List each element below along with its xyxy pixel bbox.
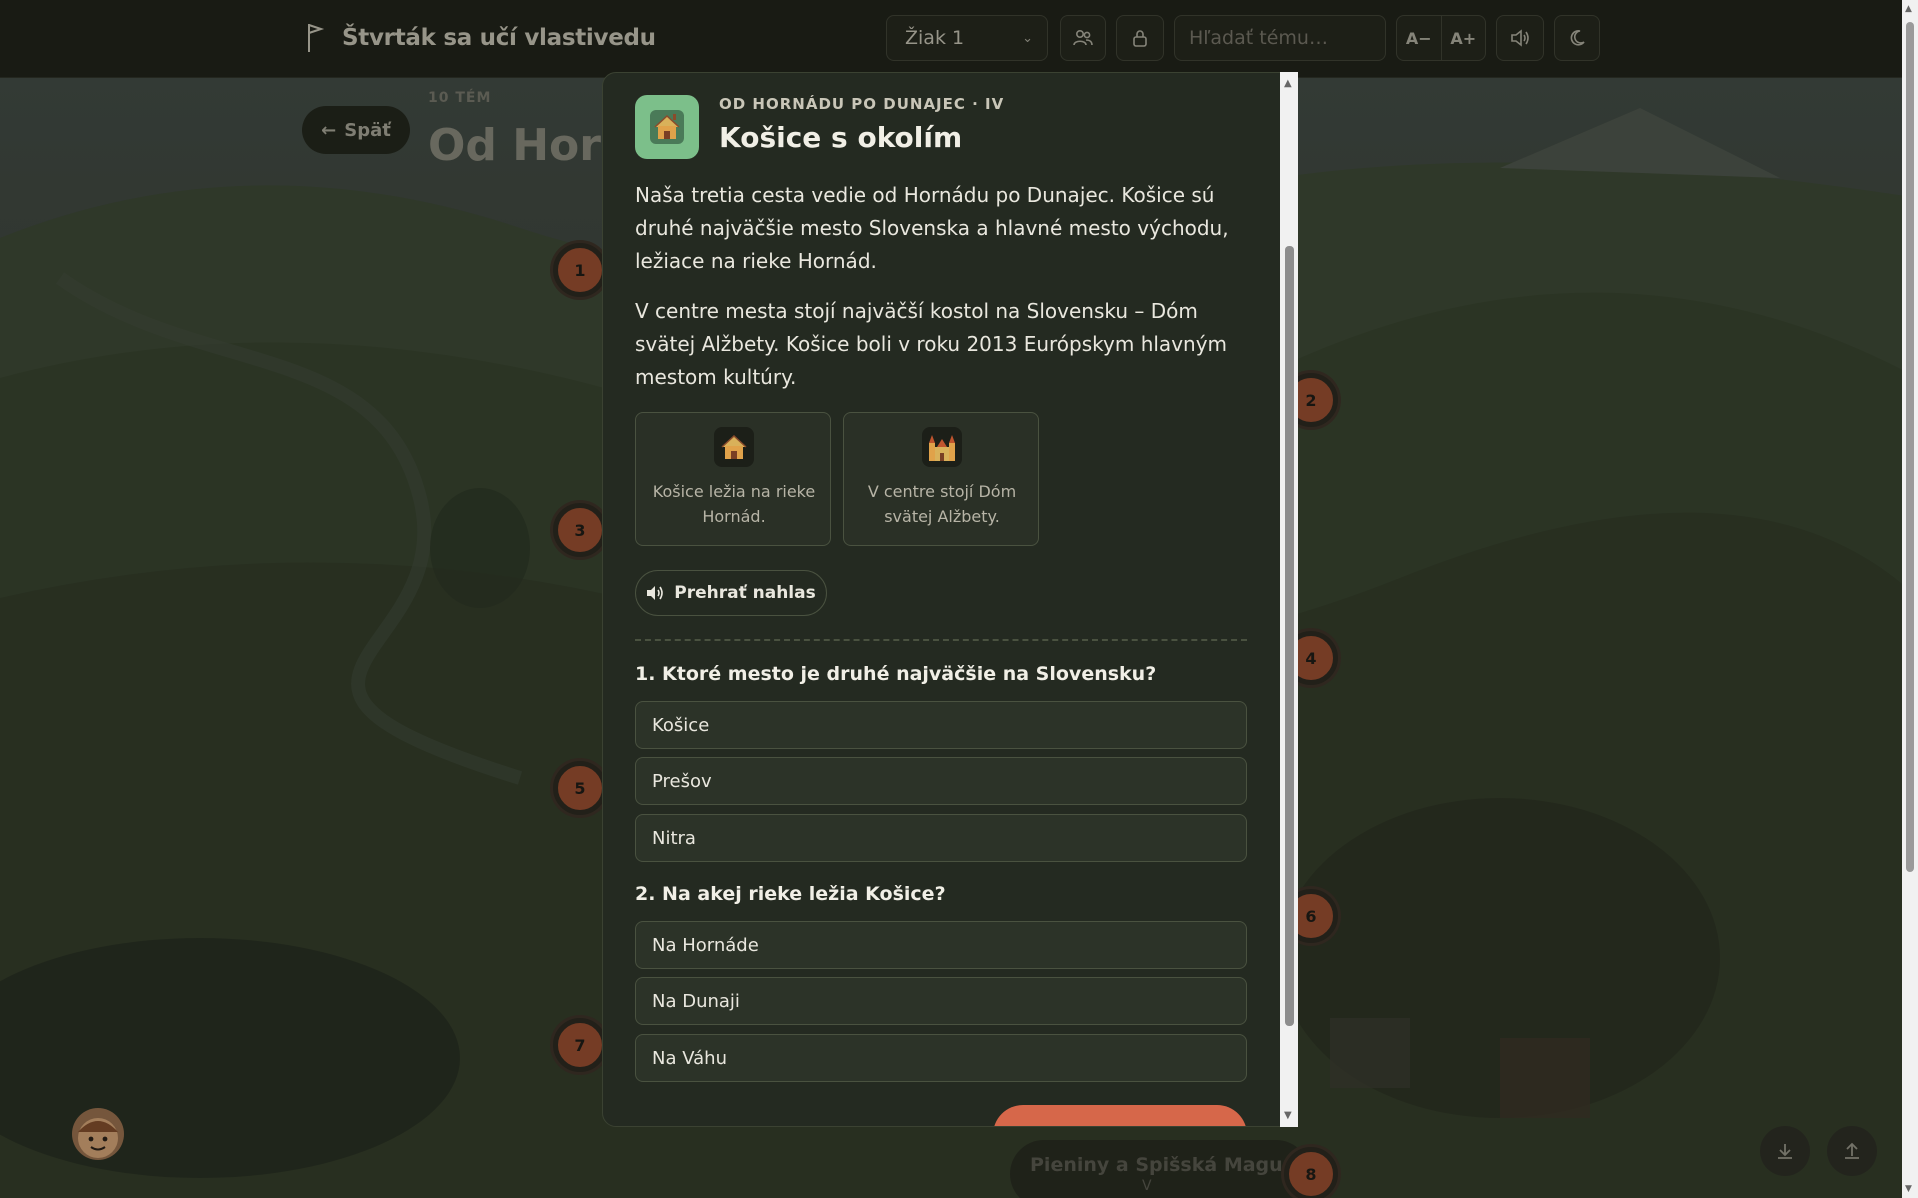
house-icon [714, 427, 754, 467]
fact-1-text: Košice ležia na rieke Hornád. [652, 482, 816, 526]
read-aloud-button[interactable]: Prehrať nahlas [635, 570, 827, 616]
modal-scrollbar[interactable]: ▲ ▼ [1280, 72, 1298, 1127]
paragraph-1: Naša tretia cesta vedie od Hornádu po Du… [635, 183, 1229, 273]
cathedral-icon [922, 427, 962, 467]
modal-scroll-down-arrow[interactable]: ▼ [1284, 1110, 1292, 1121]
topic-icon [635, 95, 699, 159]
quiz-question-2: 2. Na akej rieke ležia Košice? [635, 883, 946, 905]
modal-scroll-up-arrow[interactable]: ▲ [1284, 78, 1292, 89]
read-aloud-label: Prehrať nahlas [674, 583, 816, 603]
scroll-up-arrow[interactable]: ▲ [1905, 4, 1912, 14]
quiz-2-option-3[interactable]: Na Váhu [635, 1034, 1247, 1082]
house-icon [650, 110, 684, 144]
fact-card-1: Košice ležia na rieke Hornád. [635, 412, 831, 546]
modal-scrollbar-thumb[interactable] [1285, 246, 1294, 1026]
fact-2-text: V centre stojí Dóm svätej Alžbety. [867, 482, 1017, 526]
quiz-1-option-1[interactable]: Košice [635, 701, 1247, 749]
submit-button[interactable] [993, 1105, 1247, 1126]
quiz-2-option-1[interactable]: Na Hornáde [635, 921, 1247, 969]
paragraph-2: V centre mesta stojí najväčší kostol na … [635, 299, 1228, 389]
fact-card-2: V centre stojí Dóm svätej Alžbety. [843, 412, 1039, 546]
divider [635, 639, 1247, 641]
speaker-icon [647, 586, 664, 600]
quiz-1-option-2[interactable]: Prešov [635, 757, 1247, 805]
quiz-1-option-3[interactable]: Nitra [635, 814, 1247, 862]
page-scrollbar-thumb[interactable] [1906, 22, 1914, 872]
modal-title: Košice s okolím [719, 121, 963, 154]
quiz-question-1: 1. Ktoré mesto je druhé najväčšie na Slo… [635, 663, 1157, 685]
page-scrollbar[interactable]: ▲ ▼ [1902, 0, 1918, 1198]
quiz-2-option-2[interactable]: Na Dunaji [635, 977, 1247, 1025]
scroll-down-arrow[interactable]: ▼ [1905, 1184, 1912, 1194]
topic-kicker: OD HORNÁDU PO DUNAJEC · IV [719, 95, 1005, 113]
topic-modal: OD HORNÁDU PO DUNAJEC · IV Košice s okol… [602, 72, 1298, 1127]
